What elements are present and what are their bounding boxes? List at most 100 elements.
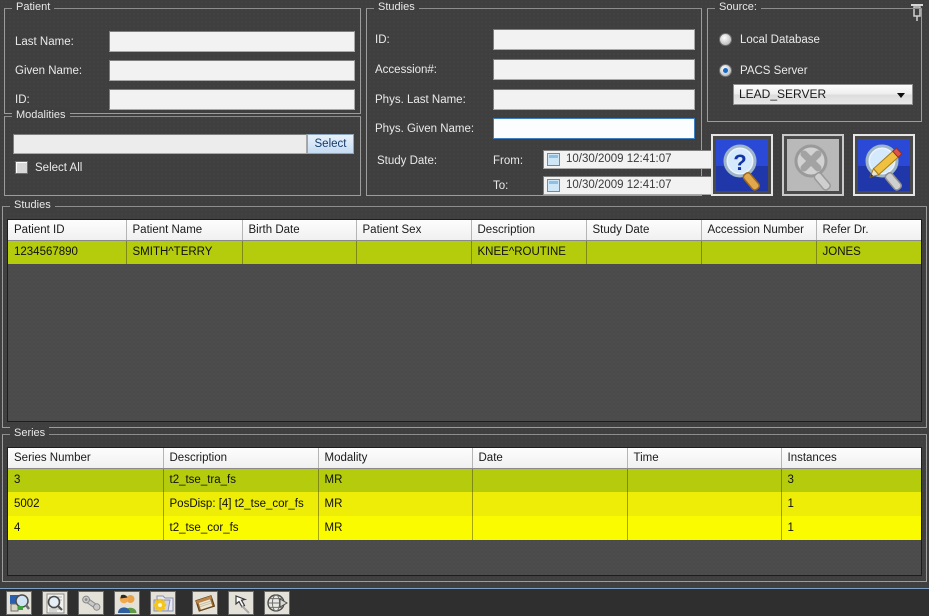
query-button[interactable]: ? <box>711 134 773 196</box>
studies-table: Patient IDPatient NameBirth DatePatient … <box>8 220 922 264</box>
cancel-query-button[interactable] <box>782 134 844 196</box>
phys-given-name-label: Phys. Given Name: <box>375 123 474 135</box>
patient-given-name-input[interactable] <box>109 60 355 81</box>
table-cell: 3 <box>8 468 163 492</box>
table-cell: 1 <box>781 516 922 540</box>
pacs-server-value: LEAD_SERVER <box>739 87 826 101</box>
select-all-label: Select All <box>35 162 82 174</box>
pointer-button[interactable] <box>228 591 254 615</box>
column-header[interactable]: Patient ID <box>8 220 126 240</box>
table-cell <box>586 240 701 264</box>
study-date-from-field[interactable]: 10/30/2009 12:41:07 <box>543 150 723 169</box>
phys-last-name-input[interactable] <box>493 89 695 110</box>
tools-button[interactable] <box>78 591 104 615</box>
archive-button[interactable] <box>192 591 218 615</box>
magnifier-question-icon: ? <box>716 139 768 191</box>
table-cell <box>472 492 627 516</box>
study-date-label: Study Date: <box>377 155 437 167</box>
modalities-select-button[interactable]: Select <box>307 134 354 154</box>
source-group-caption: Source: <box>715 1 761 13</box>
column-header[interactable]: Date <box>472 448 627 468</box>
chevron-down-icon <box>897 93 905 98</box>
pacs-server-select[interactable]: LEAD_SERVER <box>733 84 913 105</box>
wrench-icon <box>81 593 102 614</box>
series-table-row[interactable]: 5002PosDisp: [4] t2_tse_cor_fsMR1 <box>8 492 922 516</box>
column-header[interactable]: Time <box>627 448 781 468</box>
studies-table-row[interactable]: 1234567890SMITH^TERRYKNEE^ROUTINEJONES <box>8 240 922 264</box>
table-cell: 5002 <box>8 492 163 516</box>
select-all-checkbox[interactable] <box>15 161 28 174</box>
patient-id-input[interactable] <box>109 89 355 110</box>
series-table: Series NumberDescriptionModalityDateTime… <box>8 448 922 540</box>
study-id-input[interactable] <box>493 29 695 50</box>
source-group: Source: Local Database PACS Server LEAD_… <box>707 8 922 122</box>
column-header[interactable]: Refer Dr. <box>816 220 922 240</box>
studies-list-group: Studies Patient IDPatient NameBirth Date… <box>2 206 927 428</box>
studies-grid[interactable]: Patient IDPatient NameBirth DatePatient … <box>7 219 922 422</box>
patient-group: Patient Last Name: Given Name: ID: <box>4 8 361 114</box>
dicom-viewer-button[interactable] <box>6 591 32 615</box>
phys-given-name-input[interactable] <box>493 118 695 139</box>
column-header[interactable]: Series Number <box>8 448 163 468</box>
patient-last-name-label: Last Name: <box>15 36 74 48</box>
settings-button[interactable] <box>150 591 176 615</box>
magnifier-page-icon <box>45 593 66 614</box>
table-cell <box>472 468 627 492</box>
studies-header-row: Patient IDPatient NameBirth DatePatient … <box>8 220 922 240</box>
table-cell: MR <box>318 516 472 540</box>
studies-query-caption: Studies <box>374 1 419 13</box>
column-header[interactable]: Instances <box>781 448 922 468</box>
study-date-from-label: From: <box>493 155 523 167</box>
series-list-group: Series Series NumberDescriptionModalityD… <box>2 434 927 582</box>
patient-last-name-input[interactable] <box>109 31 355 52</box>
column-header[interactable]: Modality <box>318 448 472 468</box>
users-button[interactable] <box>114 591 140 615</box>
table-cell <box>472 516 627 540</box>
source-pacs-server-label: PACS Server <box>740 65 808 77</box>
modalities-input[interactable] <box>13 134 307 154</box>
studies-query-group: Studies ID: Accession#: Phys. Last Name:… <box>366 8 702 196</box>
series-table-row[interactable]: 3t2_tse_tra_fsMR3 <box>8 468 922 492</box>
study-date-to-label: To: <box>493 180 508 192</box>
series-table-row[interactable]: 4t2_tse_cor_fsMR1 <box>8 516 922 540</box>
series-list-caption: Series <box>10 427 49 439</box>
source-pacs-server-radio[interactable] <box>719 64 732 77</box>
table-cell <box>627 492 781 516</box>
patient-given-name-label: Given Name: <box>15 65 82 77</box>
calendar-icon <box>547 179 560 192</box>
series-header-row: Series NumberDescriptionModalityDateTime… <box>8 448 922 468</box>
table-cell <box>242 240 356 264</box>
column-header[interactable]: Birth Date <box>242 220 356 240</box>
table-cell: MR <box>318 468 472 492</box>
column-header[interactable]: Patient Sex <box>356 220 471 240</box>
users-icon <box>117 593 138 614</box>
column-header[interactable]: Patient Name <box>126 220 242 240</box>
series-body: 3t2_tse_tra_fsMR35002PosDisp: [4] t2_tse… <box>8 468 922 540</box>
table-cell <box>627 516 781 540</box>
modalities-group: Modalities Select Select All <box>4 116 361 196</box>
edit-query-button[interactable] <box>853 134 915 196</box>
column-header[interactable]: Description <box>471 220 586 240</box>
series-grid[interactable]: Series NumberDescriptionModalityDateTime… <box>7 447 922 576</box>
column-header[interactable]: Accession Number <box>701 220 816 240</box>
patient-id-label: ID: <box>15 94 30 106</box>
study-date-from-value: 10/30/2009 12:41:07 <box>566 153 672 165</box>
column-header[interactable]: Study Date <box>586 220 701 240</box>
study-date-to-field[interactable]: 10/30/2009 12:41:07 <box>543 176 723 195</box>
magnifier-pencil-icon <box>858 139 910 191</box>
study-accession-input[interactable] <box>493 59 695 80</box>
source-local-database-radio[interactable] <box>719 33 732 46</box>
dicom-viewer-icon <box>9 593 30 614</box>
globe-plug-icon <box>267 593 288 614</box>
query-retrieve-button[interactable] <box>42 591 68 615</box>
study-accession-label: Accession#: <box>375 64 437 76</box>
modalities-group-caption: Modalities <box>12 109 70 121</box>
table-cell <box>701 240 816 264</box>
studies-body: 1234567890SMITH^TERRYKNEE^ROUTINEJONES <box>8 240 922 264</box>
column-header[interactable]: Description <box>163 448 318 468</box>
book-icon <box>195 593 216 614</box>
dicom-query-retrieve-window: Patient Last Name: Given Name: ID: Modal… <box>0 0 929 616</box>
table-cell: t2_tse_cor_fs <box>163 516 318 540</box>
svg-text:?: ? <box>733 150 746 175</box>
network-button[interactable] <box>264 591 290 615</box>
